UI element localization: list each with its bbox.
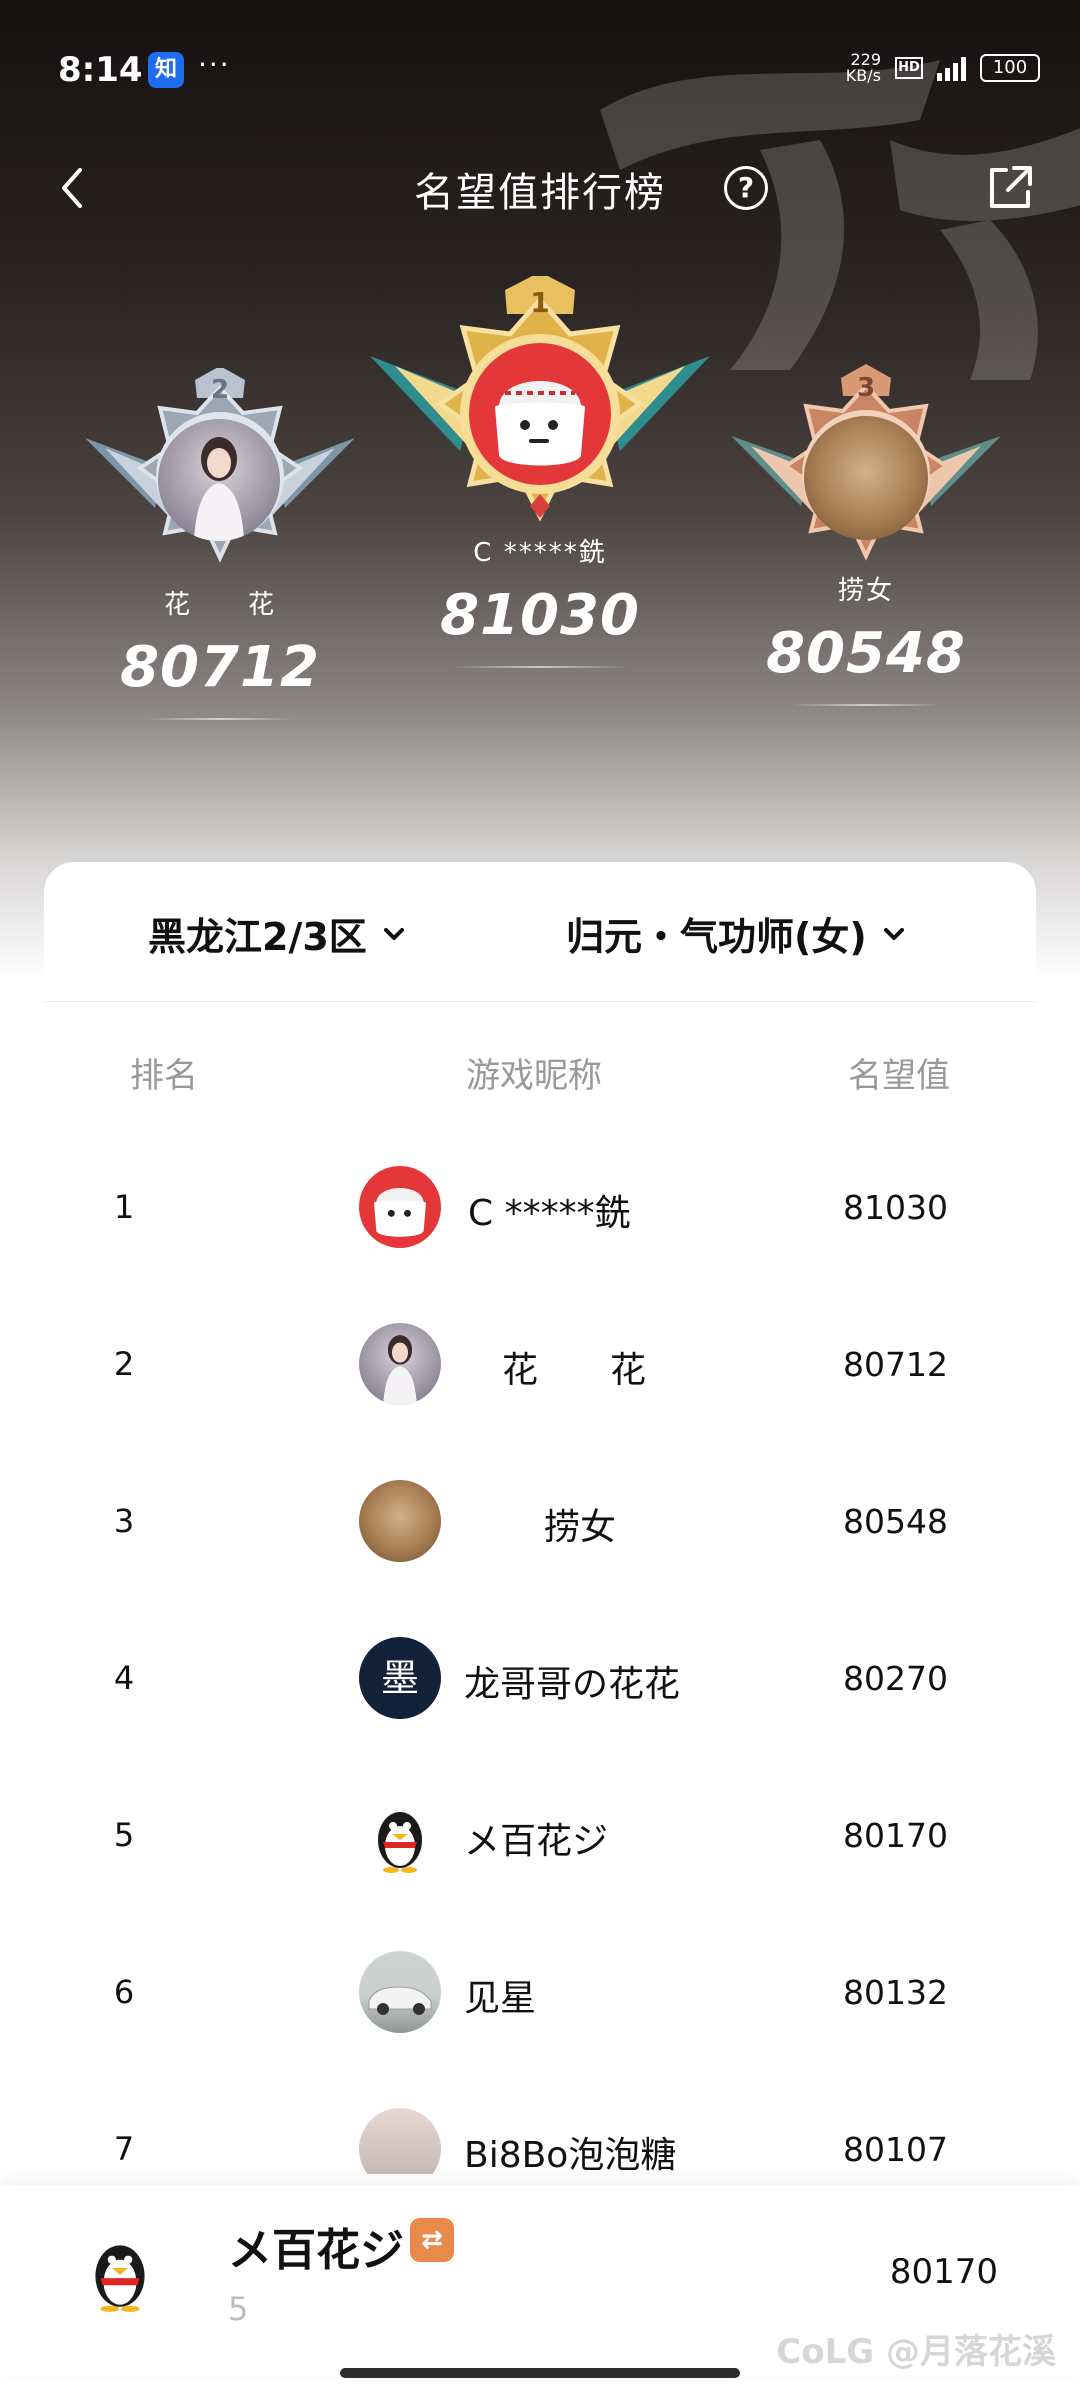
dog-photo-avatar (804, 416, 928, 540)
podium-rank-label: 2 (211, 375, 229, 405)
table-row[interactable]: 4 墨 龙哥哥の花花 80270 (44, 1601, 1036, 1758)
qq-penguin-avatar (78, 2226, 162, 2320)
podium-third[interactable]: 3 捞女 80548 (716, 356, 1016, 706)
podium-second[interactable]: 2 花 花 80712 (70, 366, 370, 720)
qq-penguin-avatar (359, 1794, 441, 1876)
signal-strength-icon (937, 55, 966, 81)
row-nickname: 见星 (464, 1978, 537, 2019)
podium-rank-label: 3 (857, 373, 875, 403)
podium-first[interactable]: 1 C *****銑 81030 (365, 272, 715, 668)
podium-name: C *****銑 (473, 538, 607, 568)
podium-divider (450, 666, 630, 668)
table-row[interactable]: 6 见星 80132 (44, 1915, 1036, 2072)
row-value: 80270 (843, 1659, 948, 1698)
row-nickname: メ百花ジ (464, 1821, 609, 1862)
status-bar: 8:14 知 ··· 229 KB/s HD 100 (0, 0, 1080, 140)
battery-icon: 100 (980, 54, 1040, 82)
row-nickname: 龙哥哥の花花 (464, 1664, 681, 1705)
row-value: 80107 (843, 2130, 948, 2169)
column-header-nickname: 游戏昵称 (466, 1056, 602, 1096)
zhihu-app-icon: 知 (148, 52, 184, 88)
watermark: CoLG @月落花溪 (776, 2332, 1056, 2372)
column-header-value: 名望值 (848, 1056, 950, 1096)
podium-divider (791, 704, 941, 706)
nav-bar: 名望值排行榜 ? (0, 140, 1080, 240)
car-photo-avatar (359, 1951, 441, 2033)
red-mascot-avatar (469, 343, 611, 485)
class-dropdown-label: 归元・气功师(女) (566, 915, 867, 959)
ink-calligraphy-avatar: 墨 (359, 1637, 441, 1719)
home-indicator[interactable] (340, 2368, 740, 2378)
dog-photo-avatar (359, 1480, 441, 1562)
region-dropdown[interactable]: 黑龙江2/3区 (148, 906, 407, 961)
row-rank: 3 (113, 1502, 135, 1540)
chevron-down-icon (883, 927, 904, 940)
row-value: 80548 (843, 1502, 948, 1541)
my-rank-bar[interactable]: メ百花ジ ⇄ 5 80170 CoLG @月落花溪 (0, 2186, 1080, 2376)
podium-name: 花 花 (163, 590, 276, 620)
girl-photo-avatar (158, 419, 280, 541)
row-value: 80132 (843, 1973, 948, 2012)
network-speed: 229 KB/s (845, 50, 881, 85)
hd-volte-icon: HD (895, 57, 923, 79)
help-icon[interactable]: ? (724, 166, 768, 210)
table-row[interactable]: 7 Bi8Bo泡泡糖 80107 (44, 2072, 1036, 2174)
podium-rank-label: 1 (530, 286, 549, 319)
girl-photo-avatar (359, 1323, 441, 1405)
region-dropdown-label: 黑龙江2/3区 (148, 915, 367, 959)
row-rank: 4 (113, 1659, 135, 1697)
table-row[interactable]: 1 C *****銑 81030 (44, 1130, 1036, 1287)
row-nickname: C *****銑 (468, 1193, 631, 1234)
status-indicators: 229 KB/s HD 100 (846, 52, 1040, 84)
row-nickname: Bi8Bo泡泡糖 (464, 2135, 677, 2174)
class-dropdown[interactable]: 归元・气功师(女) (566, 906, 907, 961)
share-icon[interactable] (980, 158, 1040, 218)
my-nickname: メ百花ジ (228, 2225, 404, 2276)
my-score: 80170 (889, 2252, 998, 2292)
row-rank: 6 (113, 1973, 135, 2011)
page-title: 名望值排行榜 (414, 170, 666, 216)
podium-divider (145, 718, 295, 720)
blurred-photo-avatar (359, 2108, 441, 2174)
row-rank: 5 (113, 1816, 135, 1854)
my-rank: 5 (228, 2290, 249, 2328)
red-mascot-avatar (359, 1166, 441, 1248)
table-row[interactable]: 5 メ百花ジ 80170 (44, 1758, 1036, 1915)
filter-bar: 黑龙江2/3区 归元・气功师(女) (44, 862, 1036, 1002)
table-row[interactable]: 3 捞女 80548 (44, 1444, 1036, 1601)
row-rank: 7 (113, 2130, 135, 2168)
row-value: 80170 (843, 1816, 948, 1855)
table-row[interactable]: 2 花 花 80712 (44, 1287, 1036, 1444)
podium-name: 捞女 (837, 576, 894, 606)
switch-role-icon[interactable]: ⇄ (410, 2218, 454, 2262)
more-notifications-icon: ··· (198, 48, 231, 81)
row-value: 80712 (843, 1345, 948, 1384)
ranking-panel: 黑龙江2/3区 归元・气功师(女) 排名 游戏昵称 名望值 1 C *****銑… (44, 862, 1036, 2174)
row-nickname: 花 花 (502, 1350, 647, 1391)
row-value: 81030 (843, 1188, 948, 1227)
podium-score: 81030 (440, 583, 640, 648)
podium-score: 80712 (120, 635, 320, 700)
row-rank: 1 (113, 1188, 135, 1226)
column-header-rank: 排名 (130, 1056, 198, 1096)
status-time: 8:14 (58, 50, 143, 90)
chevron-down-icon (383, 927, 404, 940)
row-nickname: 捞女 (544, 1507, 617, 1548)
podium-score: 80548 (766, 621, 966, 686)
row-rank: 2 (113, 1345, 135, 1383)
